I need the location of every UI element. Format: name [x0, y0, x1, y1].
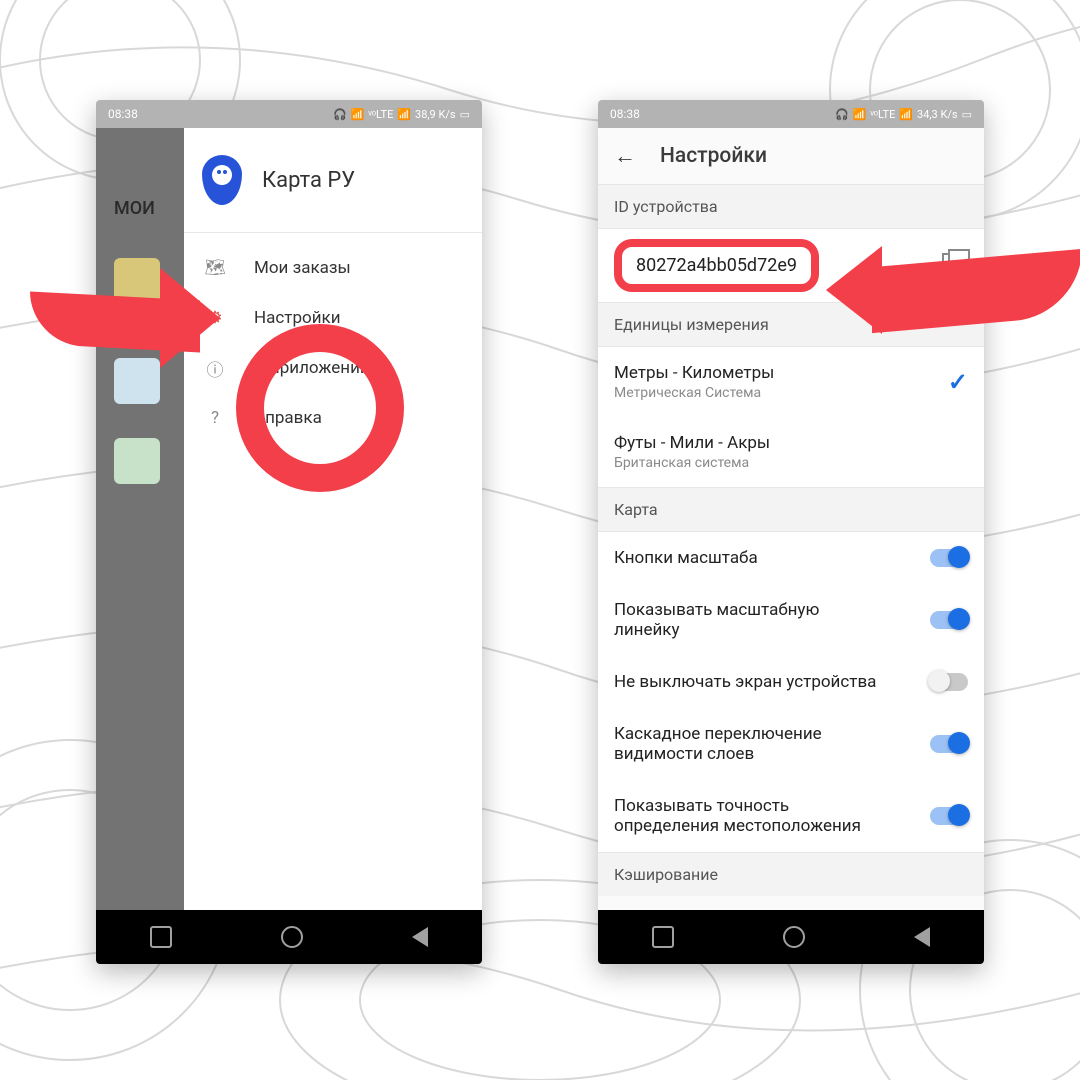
app-title: Карта РУ — [262, 168, 355, 193]
device-id-row: 80272a4bb05d72e9 — [598, 229, 984, 302]
switch-toggle[interactable] — [930, 807, 968, 825]
nav-back-icon[interactable] — [914, 927, 930, 947]
nav-recent-icon[interactable] — [652, 926, 674, 948]
status-time: 08:38 — [108, 107, 138, 121]
menu-help[interactable]: ? Справка — [184, 393, 482, 443]
section-map: Карта — [598, 487, 984, 532]
switch-toggle[interactable] — [930, 673, 968, 691]
phone-right: 08:38 🎧📶ᵛᵒLTE📶34,3 K/s▭ ← Настройки ID у… — [598, 100, 984, 964]
menu-label: Настройки — [254, 308, 341, 328]
map-icon-terrain — [114, 438, 160, 484]
drawer-header: Карта РУ — [184, 128, 482, 233]
info-icon: ⓘ — [204, 357, 226, 379]
nav-back-icon[interactable] — [412, 927, 428, 947]
opt-location-accuracy[interactable]: Показывать точность определения местопол… — [598, 780, 984, 852]
status-bar: 08:38 🎧📶ᵛᵒLTE📶38,9 K/s▭ — [96, 100, 482, 128]
opt-scale-ruler[interactable]: Показывать масштабную линейку — [598, 584, 984, 656]
option-label: Футы - Мили - Акры — [614, 433, 770, 453]
map-icon-osm — [114, 358, 160, 404]
menu-my-orders[interactable]: 🗺 Мои заказы — [184, 243, 482, 293]
menu-label: Мои заказы — [254, 258, 351, 278]
option-label: Показывать точность определения местопол… — [614, 796, 884, 836]
switch-toggle[interactable] — [930, 549, 968, 567]
device-id-value: 80272a4bb05d72e9 — [614, 239, 819, 292]
section-device-id: ID устройства — [598, 184, 984, 229]
option-label: Метры - Километры — [614, 363, 774, 383]
app-bar: ← Настройки — [598, 128, 984, 184]
option-label: Каскадное переключение видимости слоев — [614, 724, 884, 764]
status-bar: 08:38 🎧📶ᵛᵒLTE📶34,3 K/s▭ — [598, 100, 984, 128]
menu-settings[interactable]: ⚙ Настройки — [184, 293, 482, 343]
settings-screen: ← Настройки ID устройства 80272a4bb05d72… — [598, 128, 984, 910]
menu-label: О приложении — [254, 358, 370, 378]
nav-drawer: Карта РУ 🗺 Мои заказы ⚙ Настройки ⓘ О пр… — [184, 128, 482, 910]
back-arrow-icon[interactable]: ← — [614, 143, 636, 169]
unit-imperial[interactable]: Футы - Мили - Акры Британская система — [598, 417, 984, 487]
status-time: 08:38 — [610, 107, 640, 121]
section-units: Единицы измерения — [598, 302, 984, 347]
gear-icon: ⚙ — [204, 307, 226, 329]
unit-metric[interactable]: Метры - Километры Метрическая Система ✓ — [598, 347, 984, 417]
nav-home-icon[interactable] — [281, 926, 303, 948]
app-logo-icon — [202, 155, 242, 205]
map-icon: 🗺 — [204, 257, 226, 279]
android-navbar — [96, 910, 482, 964]
section-caching: Кэширование — [598, 852, 984, 896]
checkmark-icon: ✓ — [948, 368, 968, 396]
partial-header: МОИ — [114, 198, 155, 219]
page-title: Настройки — [660, 144, 767, 168]
option-sublabel: Метрическая Система — [614, 385, 774, 401]
nav-recent-icon[interactable] — [150, 926, 172, 948]
status-icons: 🎧📶ᵛᵒLTE📶38,9 K/s▭ — [329, 107, 470, 121]
option-label: Не выключать экран устройства — [614, 672, 876, 692]
help-icon: ? — [204, 407, 226, 429]
menu-about[interactable]: ⓘ О приложении — [184, 343, 482, 393]
menu-label: Справка — [254, 408, 322, 428]
option-sublabel: Британская система — [614, 455, 770, 471]
switch-toggle[interactable] — [930, 735, 968, 753]
opt-cascade-layers[interactable]: Каскадное переключение видимости слоев — [598, 708, 984, 780]
nav-home-icon[interactable] — [783, 926, 805, 948]
switch-toggle[interactable] — [930, 611, 968, 629]
background-map-dim: МОИ — [96, 128, 184, 910]
option-label: Показывать масштабную линейку — [614, 600, 884, 640]
status-icons: 🎧📶ᵛᵒLTE📶34,3 K/s▭ — [831, 107, 972, 121]
phone-left: 08:38 🎧📶ᵛᵒLTE📶38,9 K/s▭ МОИ Карта РУ 🗺 М… — [96, 100, 482, 964]
opt-zoom-buttons[interactable]: Кнопки масштаба — [598, 532, 984, 584]
opt-keep-screen-on[interactable]: Не выключать экран устройства — [598, 656, 984, 708]
option-label: Кнопки масштаба — [614, 548, 758, 568]
copy-icon[interactable] — [942, 253, 968, 279]
map-icon-fishing — [114, 258, 160, 304]
android-navbar — [598, 910, 984, 964]
